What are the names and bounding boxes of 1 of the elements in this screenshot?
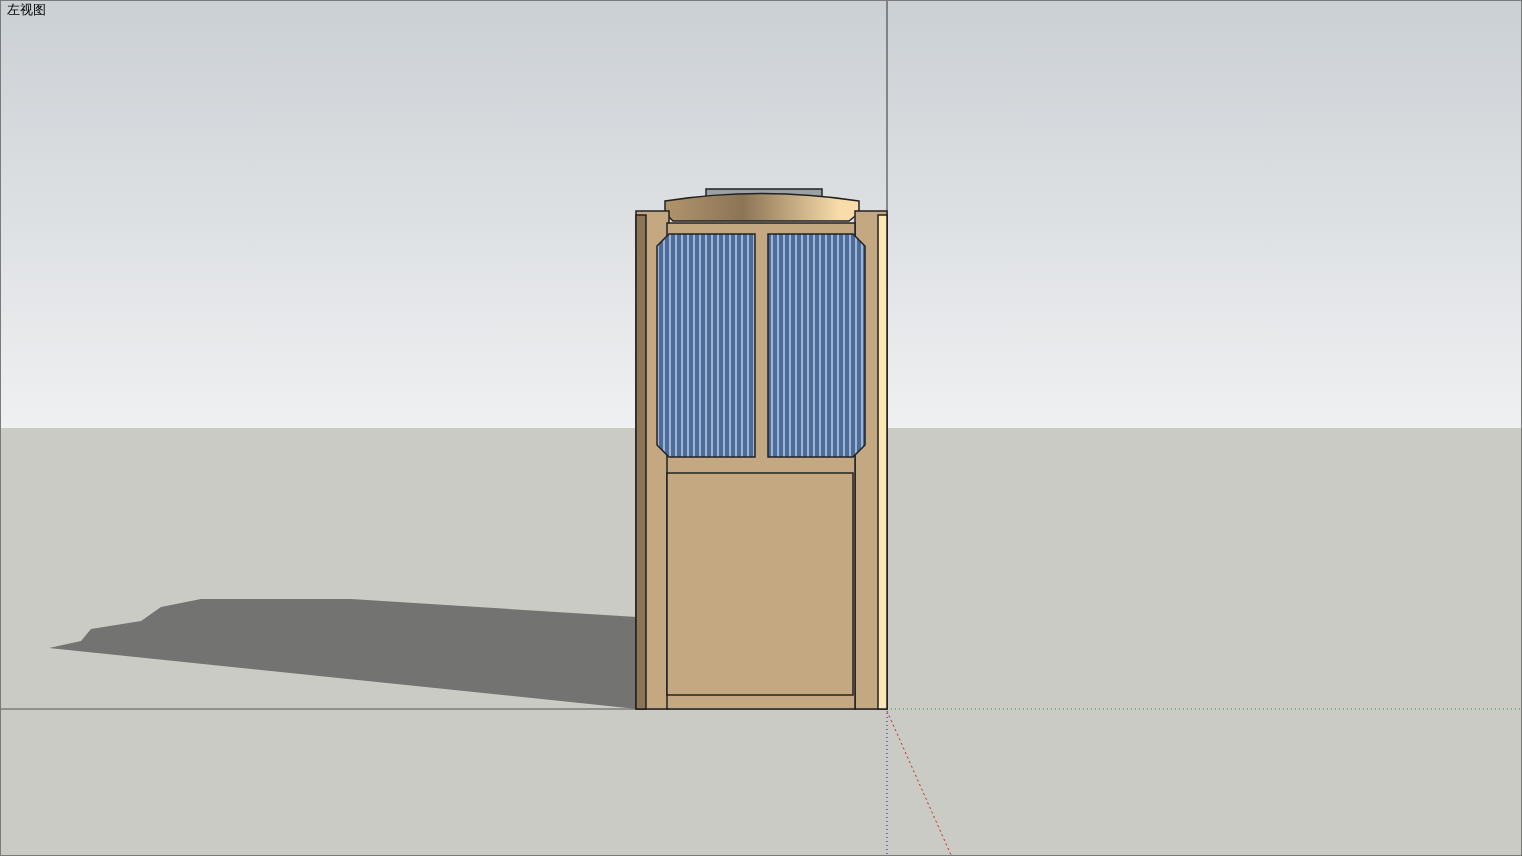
view-name: 左视图 <box>7 2 46 18</box>
